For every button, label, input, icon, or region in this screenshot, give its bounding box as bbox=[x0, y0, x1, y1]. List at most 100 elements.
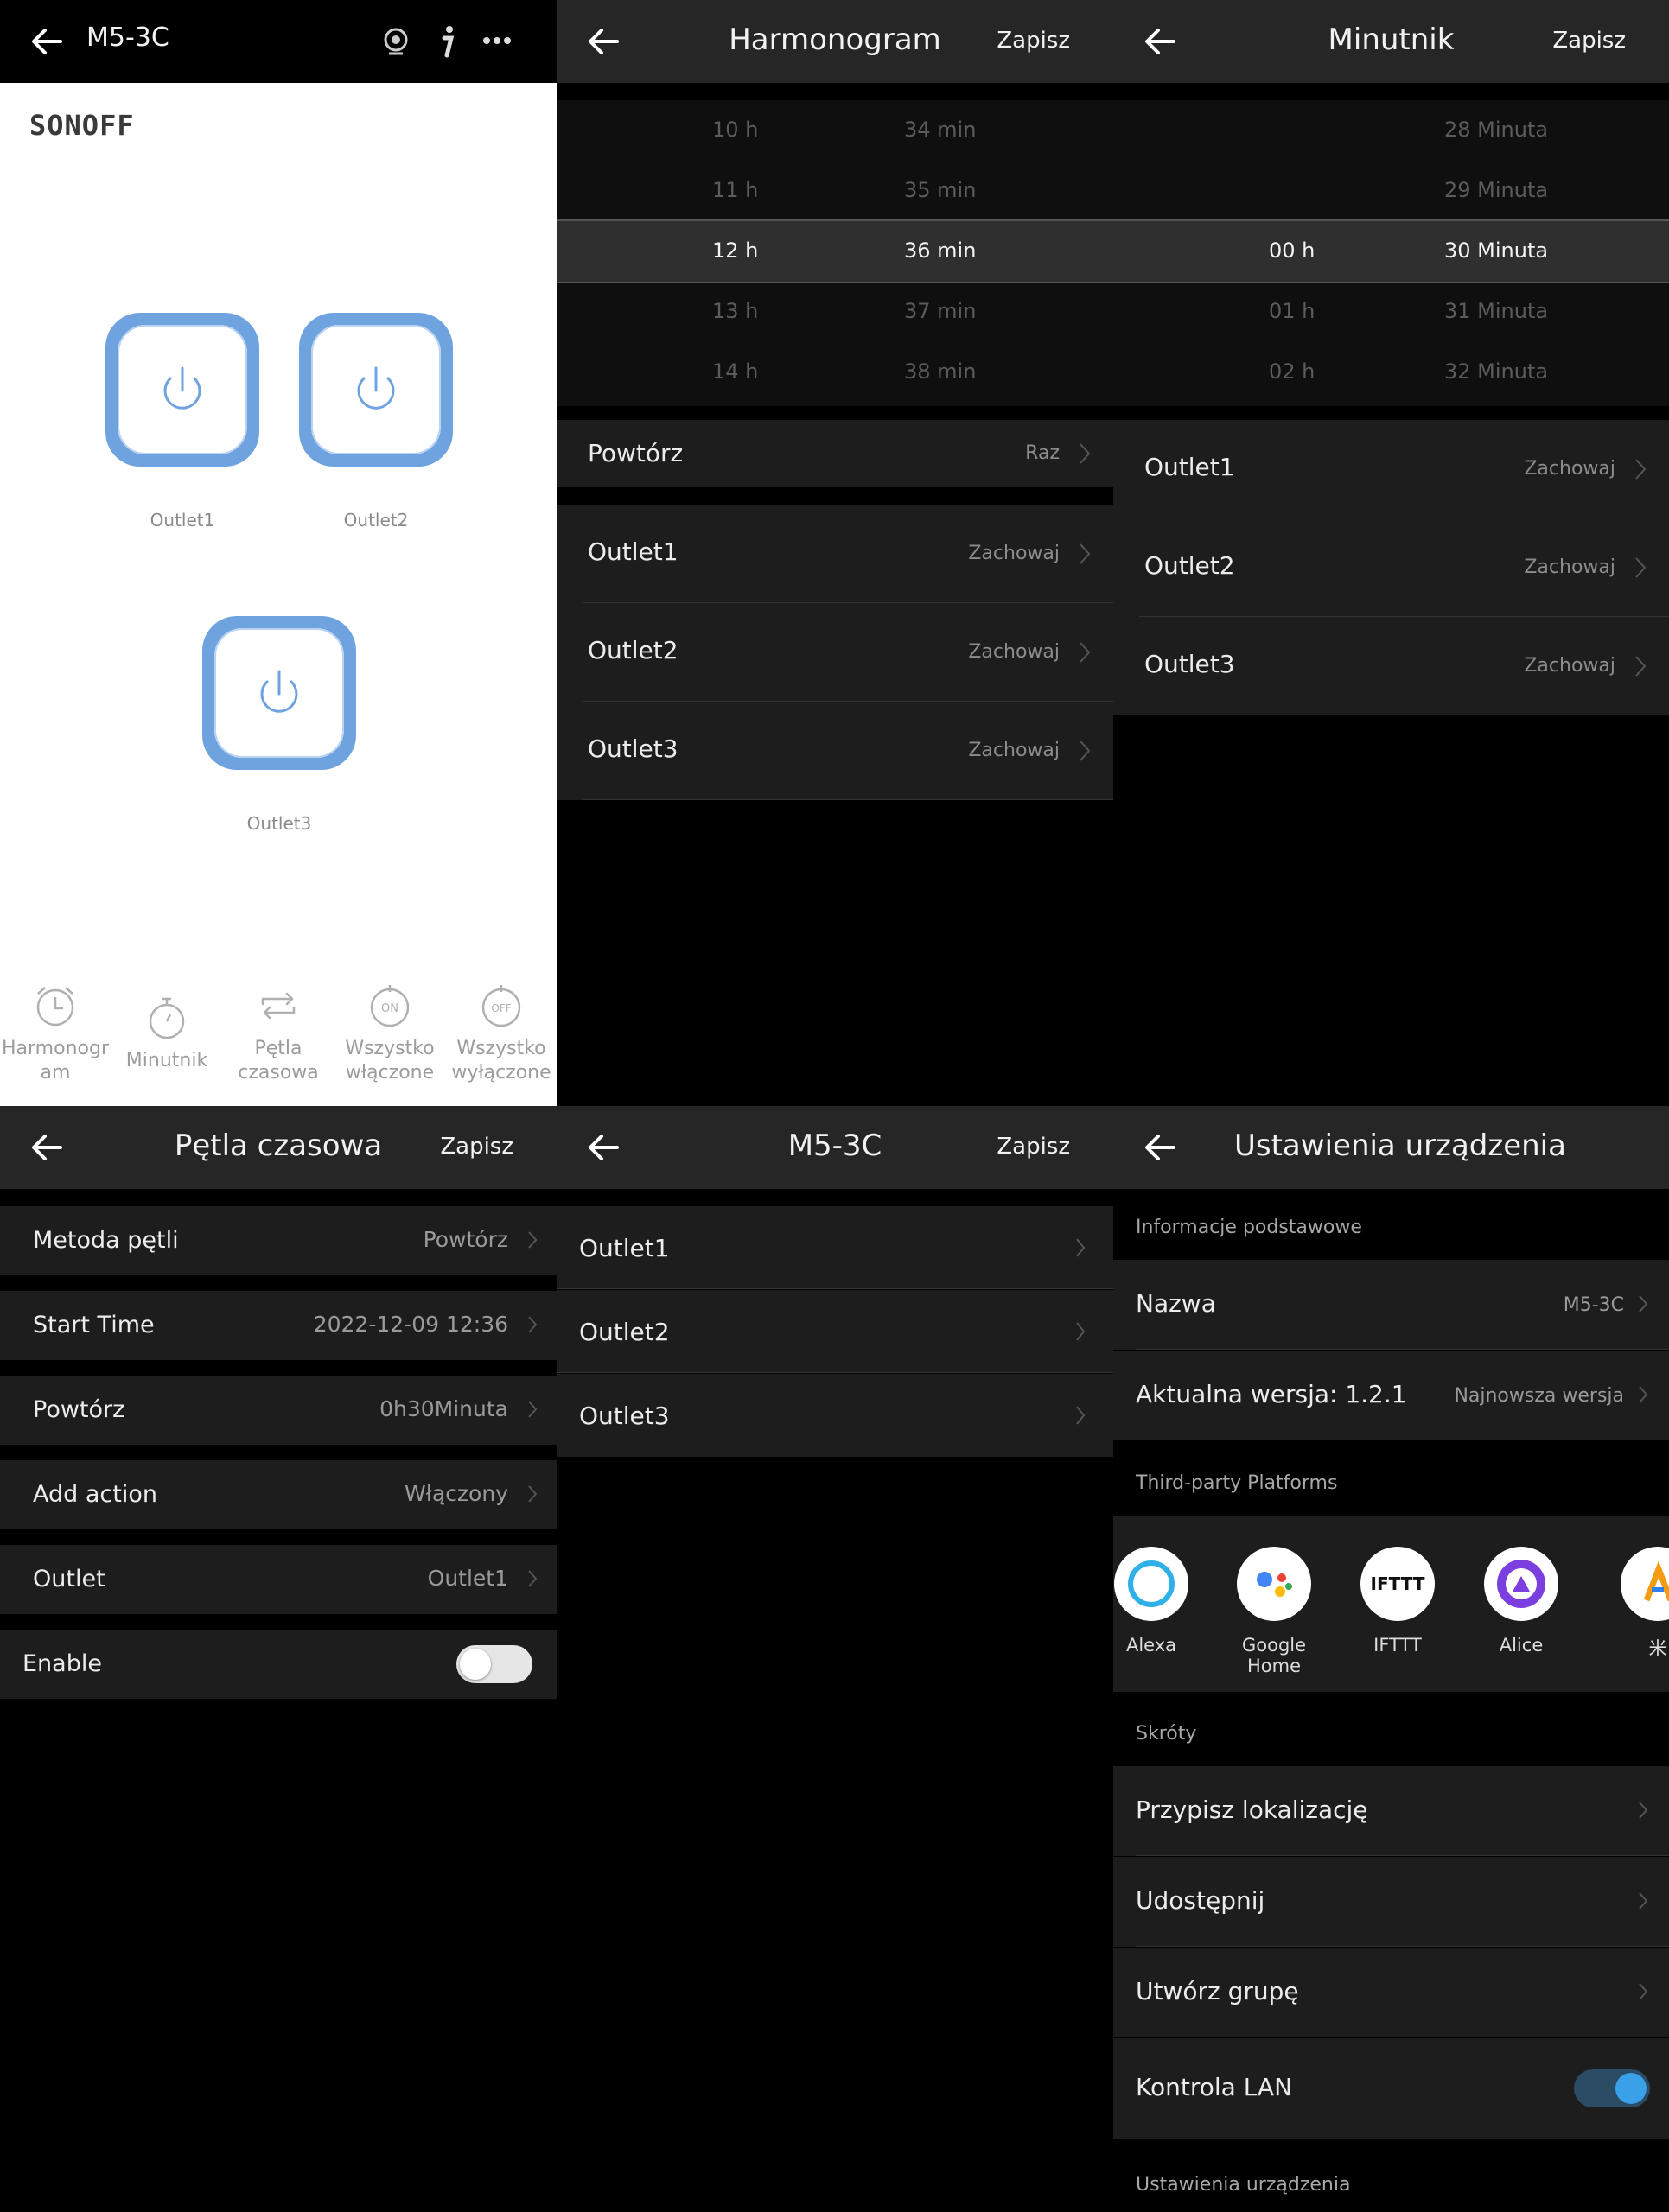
loop-button[interactable]: Pętla czasowa bbox=[223, 982, 334, 1085]
platform-mi[interactable]: 米 bbox=[1597, 1547, 1669, 1661]
power-icon bbox=[357, 366, 395, 410]
back-arrow-icon[interactable] bbox=[26, 21, 67, 62]
name-row[interactable]: Nazwa M5-3C bbox=[1113, 1260, 1669, 1350]
all-on-button[interactable]: ON Wszystko włączone bbox=[334, 982, 445, 1085]
outlet3-row[interactable]: Outlet3 bbox=[557, 1374, 1113, 1457]
device-panel: M5-3C SONOFF Outlet1 Outlet2 Outlet3 Har… bbox=[0, 0, 557, 1106]
chevron-right-icon bbox=[1639, 1295, 1648, 1313]
hour-option[interactable]: 10 h bbox=[712, 118, 758, 142]
platform-alice[interactable]: Alice bbox=[1461, 1547, 1582, 1656]
lan-control-toggle[interactable] bbox=[1574, 2069, 1650, 2107]
save-button[interactable]: Zapisz bbox=[1552, 28, 1626, 54]
version-row[interactable]: Aktualna wersja: 1.2.1 Najnowsza wersja bbox=[1113, 1351, 1669, 1440]
chevron-right-icon bbox=[1080, 443, 1091, 464]
loop-method-row[interactable]: Metoda pętli Powtórz bbox=[0, 1206, 557, 1275]
ifttt-icon: IFTTT bbox=[1371, 1573, 1425, 1594]
outlet3-row[interactable]: Outlet3 Zachowaj bbox=[557, 702, 1113, 800]
chevron-right-icon bbox=[1639, 1386, 1648, 1403]
outlet1-button[interactable] bbox=[105, 313, 259, 467]
loop-icon bbox=[261, 992, 296, 1020]
outlet3-row[interactable]: Outlet3 Zachowaj bbox=[1113, 617, 1669, 715]
minute-option[interactable]: 32 Minuta bbox=[1444, 359, 1548, 384]
repeat-row[interactable]: Powtórz Raz bbox=[557, 420, 1113, 487]
outlet-row[interactable]: Outlet Outlet1 bbox=[0, 1545, 557, 1614]
chevron-right-icon bbox=[1639, 1802, 1648, 1819]
more-icon[interactable] bbox=[482, 36, 512, 45]
outlet3-button[interactable] bbox=[202, 616, 356, 770]
chevron-right-icon bbox=[1635, 459, 1647, 480]
assign-location-row[interactable]: Przypisz lokalizację bbox=[1113, 1766, 1669, 1856]
sonoff-logo: SONOFF bbox=[29, 109, 135, 142]
xiaoai-icon bbox=[1643, 1560, 1669, 1602]
hour-option[interactable]: 01 h bbox=[1269, 299, 1315, 323]
outlet1-label: Outlet1 bbox=[150, 510, 215, 531]
camera-icon[interactable] bbox=[380, 26, 411, 57]
chevron-right-icon bbox=[1635, 656, 1647, 677]
minute-option[interactable]: 37 min bbox=[904, 299, 976, 323]
bottom-toolbar: Harmonogr am Minutnik Pętla czasowa ON Wsz… bbox=[0, 982, 557, 1106]
info-icon[interactable] bbox=[432, 24, 463, 59]
outlet2-row[interactable]: Outlet2 bbox=[557, 1290, 1113, 1373]
outlet2-row[interactable]: Outlet2 Zachowaj bbox=[1113, 518, 1669, 617]
outlet1-row[interactable]: Outlet1 Zachowaj bbox=[557, 505, 1113, 603]
outlet2-button[interactable] bbox=[299, 313, 453, 467]
timer-button[interactable]: Minutnik bbox=[111, 982, 222, 1073]
device-body: SONOFF Outlet1 Outlet2 Outlet3 Harmonogr… bbox=[0, 83, 557, 1106]
outlet-list-panel: M5-3C Zapisz Outlet1 Outlet2 Outlet3 bbox=[557, 1106, 1113, 2212]
all-off-button[interactable]: OFF Wszystko wyłączone bbox=[446, 982, 557, 1085]
hour-option[interactable]: 14 h bbox=[712, 359, 758, 384]
minute-option-selected[interactable]: 36 min bbox=[904, 238, 976, 263]
repeat-row[interactable]: Powtórz 0h30Minuta bbox=[0, 1376, 557, 1445]
save-button[interactable]: Zapisz bbox=[997, 1134, 1070, 1160]
platform-alexa[interactable]: Alexa bbox=[1113, 1547, 1212, 1656]
outlet2-row[interactable]: Outlet2 Zachowaj bbox=[557, 603, 1113, 702]
outlet1-row[interactable]: Outlet1 bbox=[557, 1206, 1113, 1289]
hour-option[interactable]: 11 h bbox=[712, 178, 758, 202]
all-on-icon: ON bbox=[370, 985, 410, 1027]
add-action-row[interactable]: Add action Włączony bbox=[0, 1460, 557, 1529]
chevron-right-icon bbox=[528, 1316, 538, 1333]
chevron-right-icon bbox=[1080, 642, 1091, 663]
header: M5-3C bbox=[0, 0, 557, 83]
minute-option[interactable]: 35 min bbox=[904, 178, 976, 202]
minute-option[interactable]: 29 Minuta bbox=[1444, 178, 1548, 202]
outlet1-row[interactable]: Outlet1 Zachowaj bbox=[1113, 420, 1669, 518]
share-row[interactable]: Udostępnij bbox=[1113, 1857, 1669, 1947]
time-picker[interactable]: 10 h 11 h 12 h 13 h 14 h 34 min 35 min 3… bbox=[557, 100, 1113, 406]
chevron-right-icon bbox=[528, 1485, 538, 1503]
google-assistant-icon bbox=[1257, 1572, 1292, 1597]
hour-option-selected[interactable]: 00 h bbox=[1269, 238, 1315, 263]
chevron-right-icon bbox=[528, 1231, 538, 1249]
chevron-right-icon bbox=[1639, 1983, 1648, 2000]
minute-option[interactable]: 28 Minuta bbox=[1444, 118, 1548, 142]
picker-selection bbox=[1113, 219, 1669, 283]
hour-option[interactable]: 13 h bbox=[712, 299, 758, 323]
minute-option-selected[interactable]: 30 Minuta bbox=[1444, 238, 1548, 263]
chevron-right-icon bbox=[1635, 557, 1647, 578]
enable-toggle[interactable] bbox=[456, 1645, 532, 1683]
section-shortcuts: Skróty bbox=[1136, 1723, 1197, 1745]
hour-option[interactable]: 02 h bbox=[1269, 359, 1315, 384]
minute-option[interactable]: 34 min bbox=[904, 118, 976, 142]
minute-option[interactable]: 31 Minuta bbox=[1444, 299, 1548, 323]
platform-google-home[interactable]: Google Home bbox=[1214, 1547, 1335, 1676]
minute-option[interactable]: 38 min bbox=[904, 359, 976, 384]
outlet3-label: Outlet3 bbox=[246, 813, 312, 834]
save-button[interactable]: Zapisz bbox=[440, 1134, 513, 1160]
platform-ifttt[interactable]: IFTTT IFTTT bbox=[1337, 1547, 1458, 1656]
schedule-button[interactable]: Harmonogr am bbox=[0, 982, 111, 1085]
create-group-row[interactable]: Utwórz grupę bbox=[1113, 1948, 1669, 2037]
chevron-right-icon bbox=[1080, 543, 1091, 564]
back-arrow-icon[interactable] bbox=[1139, 1127, 1181, 1168]
all-off-icon: OFF bbox=[481, 985, 521, 1027]
start-time-row[interactable]: Start Time 2022-12-09 12:36 bbox=[0, 1291, 557, 1360]
chevron-right-icon bbox=[1076, 1238, 1086, 1257]
header: Pętla czasowa Zapisz bbox=[0, 1106, 557, 1189]
save-button[interactable]: Zapisz bbox=[997, 28, 1070, 54]
screenshot-collage: M5-3C SONOFF Outlet1 Outlet2 Outlet3 Har… bbox=[0, 0, 1669, 2212]
chevron-right-icon bbox=[528, 1401, 538, 1418]
schedule-panel: Harmonogram Zapisz 10 h 11 h 12 h 13 h 1… bbox=[557, 0, 1113, 1106]
alexa-icon bbox=[1128, 1560, 1175, 1607]
hour-option-selected[interactable]: 12 h bbox=[712, 238, 758, 263]
timer-picker[interactable]: 00 h 01 h 02 h 28 Minuta 29 Minuta 30 Mi… bbox=[1113, 100, 1669, 406]
